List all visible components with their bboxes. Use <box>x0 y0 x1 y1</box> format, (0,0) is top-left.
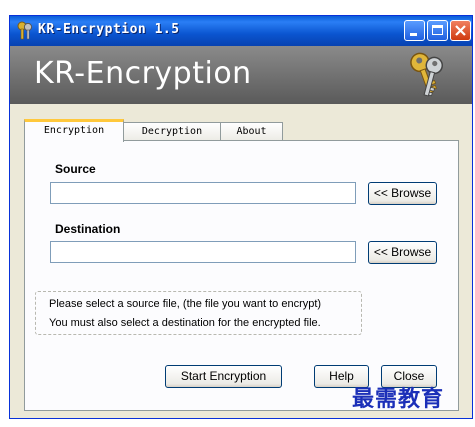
start-encryption-button[interactable]: Start Encryption <box>165 365 282 388</box>
watermark-text: 最需教育 <box>352 386 445 412</box>
tab-encryption[interactable]: Encryption <box>24 119 124 142</box>
source-field[interactable] <box>50 182 356 204</box>
info-box: Please select a source file, (the file y… <box>35 291 362 335</box>
window-title: KR-Encryption 1.5 <box>38 22 180 37</box>
info-line-1: Please select a source file, (the file y… <box>49 298 322 310</box>
maximize-icon <box>432 25 443 35</box>
close-icon <box>455 25 466 36</box>
tab-about[interactable]: About <box>220 122 283 141</box>
destination-field[interactable] <box>50 241 356 263</box>
maximize-button[interactable] <box>427 20 448 41</box>
minimize-icon <box>410 33 417 36</box>
info-line-2: You must also select a destination for t… <box>49 317 321 329</box>
minimize-button[interactable] <box>404 20 425 41</box>
destination-label: Destination <box>55 222 121 236</box>
banner-title: KR-Encryption <box>34 56 252 91</box>
destination-browse-button[interactable]: << Browse <box>368 241 437 264</box>
tab-decryption[interactable]: Decryption <box>123 122 221 141</box>
title-bar[interactable]: KR-Encryption 1.5 <box>10 16 472 46</box>
source-browse-button[interactable]: << Browse <box>368 182 437 205</box>
header-banner: KR-Encryption <box>10 46 472 104</box>
close-window-button[interactable] <box>450 20 471 41</box>
app-window: KR-Encryption 1.5 KR-Encryption Encrypti… <box>9 15 473 419</box>
keys-app-icon <box>17 21 33 40</box>
keys-icon <box>410 52 444 97</box>
encryption-panel: Source << Browse Destination << Browse P… <box>24 140 459 411</box>
source-label: Source <box>55 162 96 176</box>
